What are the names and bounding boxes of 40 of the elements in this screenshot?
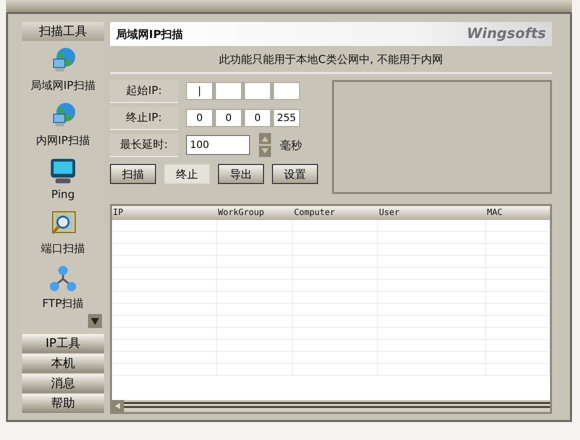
- column-header[interactable]: User: [378, 206, 486, 220]
- column-header[interactable]: WorkGroup: [217, 206, 293, 220]
- field-label: 终止IP:: [110, 106, 178, 130]
- horizontal-scrollbar[interactable]: [112, 400, 550, 412]
- brand-logo: Wingsofts: [466, 26, 546, 42]
- ip-octet-field[interactable]: [245, 83, 270, 99]
- sidebar-group[interactable]: 扫描工具: [22, 22, 104, 41]
- unit-label: 毫秒: [280, 138, 302, 152]
- ip-octet-field[interactable]: 255: [274, 110, 299, 126]
- tool-label[interactable]: 端口扫描: [41, 241, 85, 256]
- sidebar-group[interactable]: 帮助: [22, 394, 104, 413]
- field-label: 最长延时:: [110, 134, 178, 156]
- field-label: 起始IP:: [110, 80, 178, 102]
- ip-octet-field[interactable]: 0: [187, 110, 212, 126]
- sidebar-group[interactable]: 本机: [22, 354, 104, 373]
- ip-octet-field[interactable]: [216, 83, 241, 99]
- action-button[interactable]: 设置: [272, 164, 318, 184]
- scroll-down-icon[interactable]: [88, 314, 102, 328]
- ip-octet-field[interactable]: [274, 83, 299, 99]
- spinner-icon[interactable]: [258, 133, 272, 157]
- monitor-icon[interactable]: [48, 156, 78, 186]
- tool-label[interactable]: 局域网IP扫描: [30, 78, 96, 93]
- tool-label[interactable]: 内网IP扫描: [36, 133, 90, 148]
- ip-octet-field[interactable]: 0: [216, 110, 241, 126]
- column-header[interactable]: IP: [112, 206, 217, 220]
- tool-label[interactable]: Ping: [51, 188, 75, 201]
- action-button[interactable]: 扫描: [110, 164, 156, 184]
- tool-label[interactable]: FTP扫描: [42, 296, 84, 311]
- action-button[interactable]: 导出: [218, 164, 264, 184]
- sidebar-group[interactable]: 消息: [22, 374, 104, 393]
- ip-octet-field[interactable]: |: [187, 83, 212, 99]
- network-nodes-icon[interactable]: [48, 264, 78, 294]
- panel-title: 局域网IP扫描: [116, 26, 184, 42]
- notice-text: 此功能只能用于本地C类公网中, 不能用于内网: [110, 46, 552, 74]
- sidebar-group[interactable]: IP工具: [22, 334, 104, 353]
- timeout-field[interactable]: 100: [186, 135, 250, 155]
- column-header[interactable]: Computer: [293, 206, 378, 220]
- scroll-left-icon[interactable]: [112, 400, 124, 412]
- column-header[interactable]: MAC: [486, 206, 550, 220]
- ip-octet-field[interactable]: 0: [245, 110, 270, 126]
